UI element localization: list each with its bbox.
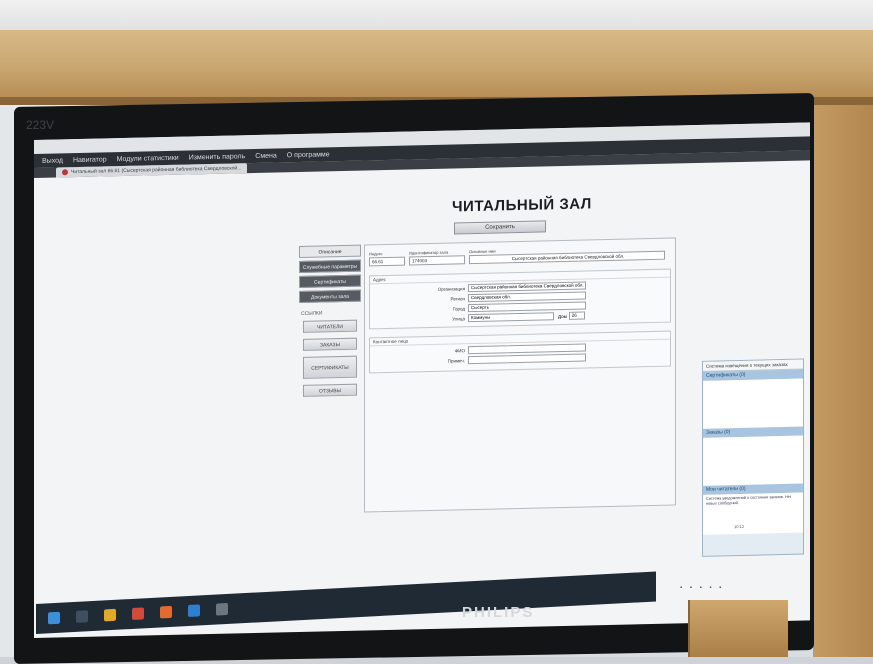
document-tab-label: Читальный зал 66.61 (Сысертская районная… <box>71 165 242 176</box>
street-label: Улица <box>452 315 465 322</box>
menu-change-password[interactable]: Изменить пароль <box>189 153 246 161</box>
section-certificates-body <box>703 378 803 429</box>
start-icon[interactable] <box>48 611 60 625</box>
note-field[interactable] <box>468 353 586 365</box>
left-wall-panel <box>0 105 14 657</box>
menu-exit[interactable]: Выход <box>42 157 63 164</box>
menu-statistics[interactable]: Модули статистики <box>117 154 179 162</box>
wooden-stand <box>688 600 788 657</box>
app-window-icon[interactable] <box>188 604 200 618</box>
notification-note: Система уведомлений о состоянии заказов.… <box>706 494 792 506</box>
system-tray-clock: 10:12 <box>734 523 745 530</box>
menu-shift[interactable]: Смена <box>255 152 277 159</box>
link-readers[interactable]: ЧИТАТЕЛИ <box>303 319 357 333</box>
page-title: ЧИТАЛЬНЫЙ ЗАЛ <box>452 195 592 216</box>
right-wooden-side <box>813 105 873 657</box>
firefox-icon[interactable] <box>160 605 172 619</box>
org-field[interactable]: Сысертская районная библиотека Свердловс… <box>468 281 586 293</box>
link-reviews[interactable]: ОТЗЫВЫ <box>303 383 357 397</box>
org-label: Организация <box>437 285 465 292</box>
house-field[interactable]: 26 <box>568 311 585 320</box>
region-field[interactable]: Свердловская обл. <box>468 291 586 303</box>
street-field[interactable]: Коммуны <box>468 312 554 323</box>
tab-service-params[interactable]: Служебные параметры <box>299 259 361 273</box>
link-orders[interactable]: ЗАКАЗЫ <box>303 337 357 351</box>
section-orders-body <box>703 435 803 486</box>
wooden-shelf-board <box>0 30 873 104</box>
links-caption: ССЫЛКИ <box>301 310 323 317</box>
index-field[interactable]: 66.61 <box>369 256 405 267</box>
section-my-readers-body: Система уведомлений о состоянии заказов.… <box>703 492 803 535</box>
contact-group: Контактное лицо ФИО Примеч. <box>369 330 671 374</box>
search-icon[interactable] <box>76 610 88 623</box>
address-group: Адрес Организация Сысертская районная би… <box>369 268 671 330</box>
hall-form: Индекс 66.61 Идентификатор зала 174003 О… <box>364 237 676 513</box>
explorer-icon[interactable] <box>104 608 116 622</box>
save-button[interactable]: Сохранить <box>454 220 546 235</box>
program-icon[interactable] <box>216 602 228 616</box>
tab-certificates[interactable]: Сертификаты <box>299 274 361 288</box>
link-certificates[interactable]: СЕРТИФИКАТЫ <box>303 355 357 379</box>
monitor-screen: Выход Навигатор Модули статистики Измени… <box>34 122 810 639</box>
monitor-buttons: ▪ ▪ ▪ ▪ ▪ <box>680 585 725 591</box>
monitor-brand-logo: PHILIPS <box>462 604 535 621</box>
tab-hall-documents[interactable]: Документы зала <box>299 289 361 303</box>
id-field[interactable]: 174003 <box>409 255 465 266</box>
menu-navigator[interactable]: Навигатор <box>73 156 107 164</box>
notification-panel: Система извещения о текущих заказах Серт… <box>702 358 804 557</box>
city-label: Город <box>452 305 465 311</box>
app-icon <box>62 169 68 176</box>
fio-label: ФИО <box>454 347 465 353</box>
note-label: Примеч. <box>447 357 465 364</box>
city-field[interactable]: Сысерть <box>468 301 586 313</box>
monitor-model-label: 223V <box>26 118 55 132</box>
house-label: Дом <box>558 313 567 319</box>
fio-field[interactable] <box>468 343 586 355</box>
tab-description[interactable]: Описание <box>299 244 361 258</box>
menu-about[interactable]: О программе <box>287 151 330 159</box>
region-label: Регион <box>450 295 465 302</box>
left-navigation: Описание Служебные параметры Сертификаты… <box>299 244 361 403</box>
form-top-row: Индекс 66.61 Идентификатор зала 174003 О… <box>369 245 665 267</box>
browser-icon[interactable] <box>132 607 144 620</box>
